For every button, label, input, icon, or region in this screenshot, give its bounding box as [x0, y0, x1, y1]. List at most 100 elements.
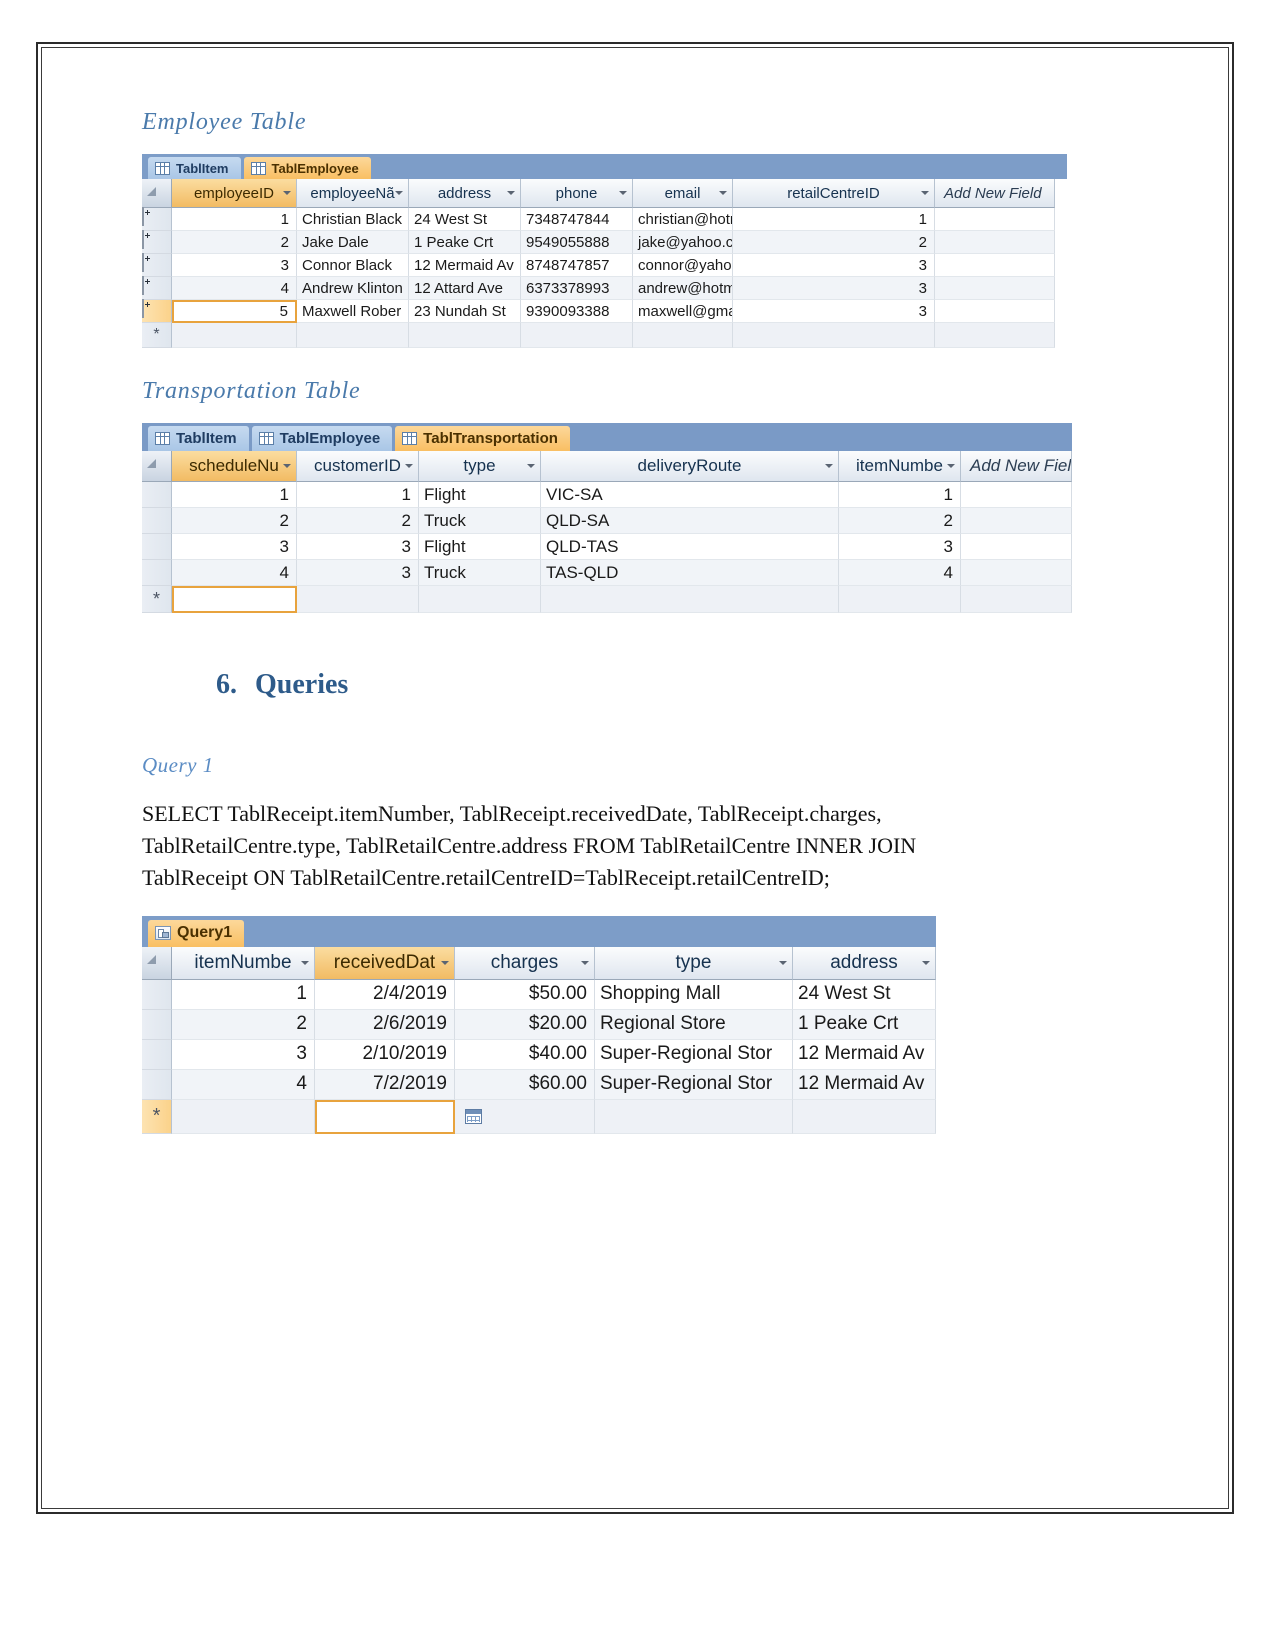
chevron-down-icon[interactable] [527, 464, 535, 468]
new-cell[interactable] [541, 586, 839, 613]
row-selector[interactable] [142, 508, 172, 534]
column-header-type[interactable]: type [419, 451, 541, 482]
cell-customerid[interactable]: 3 [297, 534, 419, 560]
chevron-down-icon[interactable] [301, 960, 309, 965]
row-selector[interactable] [142, 560, 172, 586]
column-header-customerid[interactable]: customerID [297, 451, 419, 482]
column-header-retailcentreid[interactable]: retailCentreID [733, 179, 935, 208]
cell-itemnumber[interactable]: 3 [839, 534, 961, 560]
cell-receiveddate[interactable]: 2/10/2019 [315, 1039, 455, 1070]
row-selector[interactable] [142, 253, 172, 277]
expand-row-icon[interactable] [142, 207, 144, 226]
cell-schedulenumber[interactable]: 2 [172, 508, 297, 534]
add-new-field-header[interactable]: Add New Field [961, 451, 1072, 482]
row-selector[interactable] [142, 979, 172, 1010]
new-record-marker[interactable]: * [142, 323, 172, 348]
cell-receiveddate[interactable]: 2/4/2019 [315, 979, 455, 1010]
new-cell-selected-receiveddate[interactable] [315, 1099, 455, 1134]
cell-address[interactable]: 12 Mermaid Av [409, 254, 521, 277]
chevron-down-icon[interactable] [921, 191, 929, 195]
cell-employeename[interactable]: Andrew Klinton [297, 277, 409, 300]
chevron-down-icon[interactable] [581, 960, 589, 965]
cell-itemnumber[interactable]: 4 [172, 1069, 315, 1100]
new-cell[interactable] [297, 323, 409, 348]
new-cell[interactable] [793, 1099, 936, 1134]
cell-receiveddate[interactable]: 7/2/2019 [315, 1069, 455, 1100]
expand-row-icon[interactable] [142, 253, 144, 272]
row-selector[interactable] [142, 1069, 172, 1100]
row-selector[interactable] [142, 207, 172, 231]
cell-type[interactable]: Regional Store [595, 1009, 793, 1040]
column-header-employeeid[interactable]: employeeID [172, 179, 297, 208]
new-record-row[interactable]: * [142, 586, 1072, 613]
cell-schedulenumber[interactable]: 4 [172, 560, 297, 586]
expand-row-icon[interactable] [142, 230, 144, 249]
cell-employeeid[interactable]: 1 [172, 208, 297, 231]
table-row[interactable]: 1 1 Flight VIC-SA 1 [142, 482, 1072, 508]
column-header-itemnumber[interactable]: itemNumbe [172, 946, 315, 980]
table-row[interactable]: 1 Christian Black 24 West St 7348747844 … [142, 207, 1067, 231]
cell-schedulenumber[interactable]: 3 [172, 534, 297, 560]
cell-type[interactable]: Truck [419, 508, 541, 534]
column-header-address[interactable]: address [793, 946, 936, 980]
cell-schedulenumber[interactable]: 1 [172, 482, 297, 508]
cell-deliveryroute[interactable]: QLD-SA [541, 508, 839, 534]
column-header-charges[interactable]: charges [455, 946, 595, 980]
cell-retailcentreid[interactable]: 3 [733, 254, 935, 277]
cell-employeeid[interactable]: 2 [172, 231, 297, 254]
cell-charges[interactable]: $50.00 [455, 979, 595, 1010]
cell-itemnumber[interactable]: 1 [839, 482, 961, 508]
select-all-corner[interactable] [142, 946, 172, 980]
cell-phone[interactable]: 8748747857 [521, 254, 633, 277]
row-selector[interactable] [142, 534, 172, 560]
add-new-field-header[interactable]: Add New Field [935, 179, 1055, 208]
chevron-down-icon[interactable] [779, 960, 787, 965]
new-cell[interactable] [595, 1099, 793, 1134]
cell-customerid[interactable]: 3 [297, 560, 419, 586]
chevron-down-icon[interactable] [283, 464, 291, 468]
cell-employeename[interactable]: Jake Dale [297, 231, 409, 254]
tab-tabltransportation[interactable]: TablTransportation [395, 426, 570, 451]
cell-type[interactable]: Truck [419, 560, 541, 586]
row-selector[interactable] [142, 482, 172, 508]
cell-deliveryroute[interactable]: VIC-SA [541, 482, 839, 508]
new-cell[interactable] [172, 323, 297, 348]
expand-row-icon[interactable] [142, 276, 144, 295]
new-cell-charges[interactable] [455, 1099, 595, 1134]
cell-itemnumber[interactable]: 4 [839, 560, 961, 586]
cell-address[interactable]: 1 Peake Crt [793, 1009, 936, 1040]
column-header-address[interactable]: address [409, 179, 521, 208]
column-header-employeename[interactable]: employeeNã [297, 179, 409, 208]
chevron-down-icon[interactable] [395, 191, 403, 195]
column-header-deliveryroute[interactable]: deliveryRoute [541, 451, 839, 482]
chevron-down-icon[interactable] [619, 191, 627, 195]
date-picker-icon[interactable] [465, 1108, 482, 1124]
tab-tablemployee[interactable]: TablEmployee [243, 157, 371, 179]
column-header-phone[interactable]: phone [521, 179, 633, 208]
chevron-down-icon[interactable] [507, 191, 515, 195]
column-header-email[interactable]: email [633, 179, 733, 208]
expand-row-icon[interactable] [142, 299, 144, 318]
new-cell[interactable] [409, 323, 521, 348]
new-cell[interactable] [935, 323, 1055, 348]
cell-email[interactable]: andrew@hotm [633, 277, 733, 300]
table-row[interactable]: 2 Jake Dale 1 Peake Crt 9549055888 jake@… [142, 230, 1067, 254]
cell-retailcentreid[interactable]: 3 [733, 277, 935, 300]
cell-customerid[interactable]: 2 [297, 508, 419, 534]
new-cell[interactable] [961, 586, 1072, 613]
new-record-row[interactable]: * [142, 323, 1067, 348]
cell-deliveryroute[interactable]: QLD-TAS [541, 534, 839, 560]
cell-email[interactable]: jake@yahoo.co [633, 231, 733, 254]
cell-address[interactable]: 12 Mermaid Av [793, 1069, 936, 1100]
new-cell[interactable] [419, 586, 541, 613]
new-cell[interactable] [839, 586, 961, 613]
cell-retailcentreid[interactable]: 3 [733, 300, 935, 323]
cell-retailcentreid[interactable]: 2 [733, 231, 935, 254]
cell-address[interactable]: 12 Attard Ave [409, 277, 521, 300]
cell-employeename[interactable]: Christian Black [297, 208, 409, 231]
cell-customerid[interactable]: 1 [297, 482, 419, 508]
new-record-marker[interactable]: * [142, 1099, 172, 1134]
chevron-down-icon[interactable] [441, 960, 449, 965]
table-row[interactable]: 4 7/2/2019 $60.00 Super-Regional Stor 12… [142, 1069, 936, 1100]
cell-email[interactable]: connor@yahoo [633, 254, 733, 277]
